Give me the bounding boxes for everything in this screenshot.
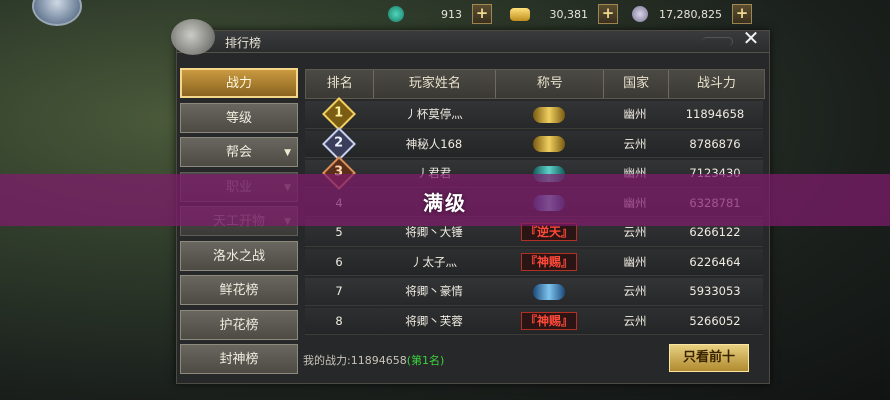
jade-icon: [388, 6, 404, 22]
rank-number: 5: [335, 225, 343, 240]
my-rank: (第1名): [406, 354, 445, 367]
top-ten-button[interactable]: 只看前十: [669, 344, 749, 372]
table-row[interactable]: 8 将卿丶芙蓉 『神赐』 云州 5266052: [305, 307, 763, 335]
cloud-ornament-icon: [702, 37, 733, 46]
gold-ingot-icon: [510, 7, 530, 21]
country: 幽州: [623, 107, 647, 122]
rank-cell: 2: [305, 126, 373, 161]
table-row[interactable]: 1 丿杯莫停灬 幽州 11894658: [305, 97, 763, 132]
country: 云州: [623, 225, 647, 240]
rank-cell: 6: [305, 255, 373, 269]
rank-number: 6: [335, 254, 343, 269]
country: 幽州: [623, 254, 647, 269]
title-badge: [532, 136, 566, 153]
table-row[interactable]: 7 将卿丶豪情 云州 5933053: [305, 278, 763, 306]
menu-label: 封神榜: [219, 352, 259, 367]
title-cell: 『神赐』: [495, 311, 603, 330]
column-header: 国家: [604, 70, 669, 98]
coin-amount: 17,280,825: [659, 7, 722, 21]
rank-number: 1: [334, 106, 344, 122]
combat-power: 5266052: [689, 313, 741, 328]
panel-title: 排行榜: [225, 36, 262, 50]
title-cell: [495, 106, 603, 123]
menu-item-luoshui[interactable]: 洛水之战: [180, 240, 298, 271]
rank-cell: 5: [305, 225, 373, 239]
currency-jade: 913 +: [388, 4, 492, 24]
table-row[interactable]: 6 丿太子灬 『神赐』 幽州 6226464: [305, 248, 763, 276]
table-row[interactable]: 2 神秘人168 云州 8786876: [305, 126, 763, 161]
column-header: 玩家姓名: [374, 70, 497, 98]
menu-label: 等级: [225, 110, 252, 126]
my-power-label: 我的战力:: [303, 354, 351, 367]
player-avatar[interactable]: [32, 0, 82, 26]
panel-header: 排行榜 ✕: [171, 19, 769, 55]
menu-item-power[interactable]: 战力: [180, 68, 298, 98]
player-name: 神秘人168: [405, 136, 463, 151]
player-name: 丿杯莫停灬: [405, 107, 463, 122]
jade-amount: 913: [441, 7, 462, 21]
currency-coin: 17,280,825 +: [632, 4, 752, 24]
player-name: 将卿丶大锤: [405, 225, 463, 240]
table-header: 排名 玩家姓名 称号 国家 战斗力: [305, 69, 765, 99]
overlay-banner: 满级: [0, 174, 890, 226]
title-badge: 『神赐』: [520, 311, 577, 330]
currency-gold: 30,381 +: [510, 4, 618, 24]
menu-label: 鲜花榜: [219, 283, 259, 298]
title-badge: 『神赐』: [520, 252, 577, 271]
player-name: 丿太子灬: [411, 254, 457, 269]
menu-item-flowers[interactable]: 鲜花榜: [180, 275, 298, 305]
menu-label: 护花榜: [219, 317, 259, 333]
gold-amount: 30,381: [549, 7, 589, 21]
my-power-summary: 我的战力:11894658(第1名): [303, 352, 444, 368]
banner-text: 满级: [423, 191, 467, 215]
rank-number: 2: [334, 135, 344, 151]
combat-power: 6266122: [689, 225, 741, 240]
column-header: 排名: [306, 70, 375, 98]
title-cell: [495, 135, 603, 153]
combat-power: 11894658: [685, 107, 745, 122]
add-coin-button[interactable]: +: [732, 4, 752, 24]
my-power-value: 11894658: [350, 354, 407, 367]
menu-item-guardians[interactable]: 护花榜: [180, 309, 298, 340]
combat-power: 5933053: [689, 284, 741, 299]
coin-icon: [632, 6, 648, 22]
rank-cell: 8: [305, 314, 373, 328]
add-jade-button[interactable]: +: [472, 4, 492, 24]
menu-label: 洛水之战: [212, 248, 265, 264]
country: 云州: [623, 313, 647, 328]
country: 云州: [623, 284, 647, 299]
title-badge: [532, 283, 566, 300]
close-button[interactable]: ✕: [741, 28, 761, 48]
title-cell: 『神赐』: [495, 252, 603, 271]
add-gold-button[interactable]: +: [598, 4, 618, 24]
column-header: 称号: [496, 70, 605, 98]
rank-number: 8: [335, 313, 343, 328]
title-cell: [495, 283, 603, 300]
chevron-down-icon: ▼: [284, 148, 291, 158]
rank-cell: 7: [305, 284, 373, 298]
leaderboard-emblem-icon: [171, 19, 215, 55]
column-header: 战斗力: [696, 76, 736, 91]
rank-number: 7: [335, 284, 343, 299]
rank-cell: 1: [305, 97, 373, 132]
title-badge: [532, 106, 566, 123]
player-name: 将卿丶芙蓉: [405, 313, 463, 328]
menu-label: 战力: [225, 76, 252, 91]
menu-item-level[interactable]: 等级: [180, 102, 298, 133]
player-name: 将卿丶豪情: [405, 284, 463, 299]
menu-item-guild[interactable]: 帮会 ▼: [180, 137, 298, 167]
country: 云州: [623, 136, 647, 151]
menu-label: 帮会: [225, 145, 252, 160]
combat-power: 6226464: [689, 254, 741, 269]
combat-power: 8786876: [689, 136, 741, 151]
menu-item-fengshen[interactable]: 封神榜: [180, 344, 298, 374]
